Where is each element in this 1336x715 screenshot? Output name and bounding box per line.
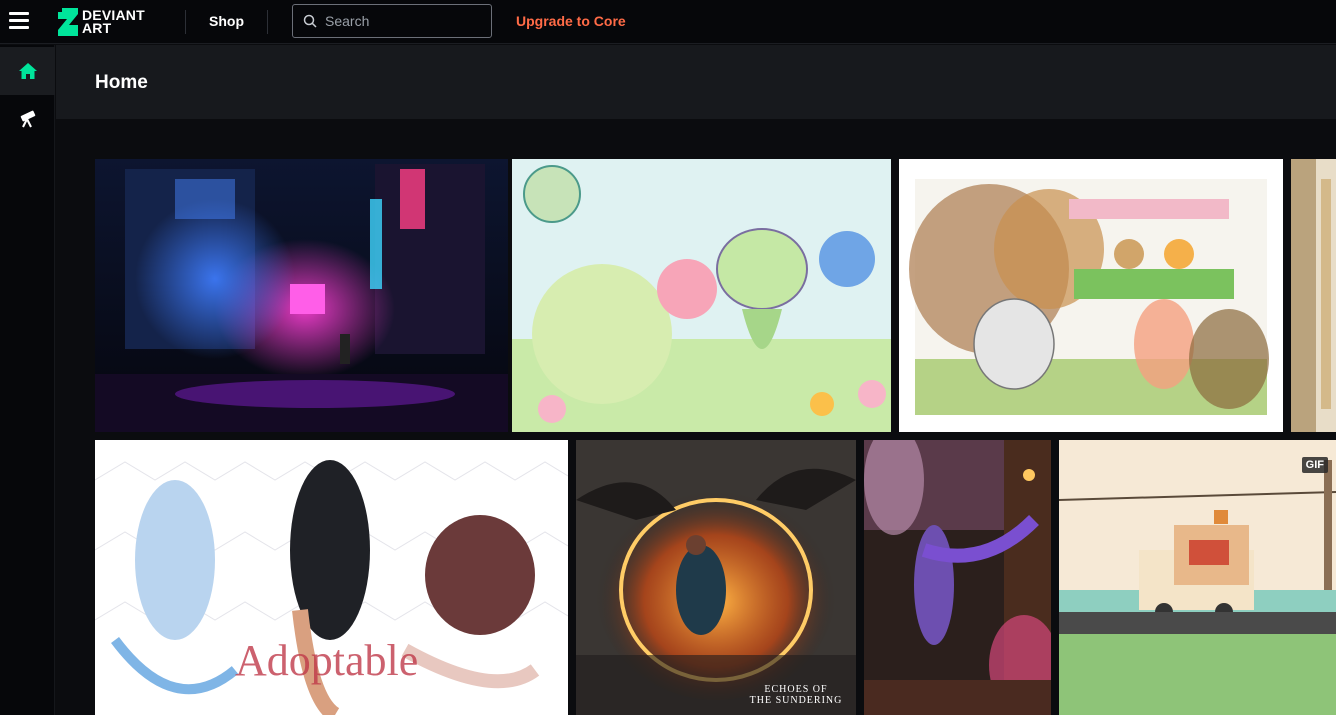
gallery-tile[interactable]	[1291, 159, 1336, 432]
cat-market-artwork	[899, 159, 1283, 432]
gallery-tile[interactable]	[864, 440, 1051, 715]
top-bar: DEVIANT ART Shop Upgrade to Core	[0, 0, 1336, 44]
shop-link[interactable]: Shop	[209, 13, 244, 29]
echoes-sundering-artwork	[576, 440, 856, 715]
bisquii-flower-artwork	[512, 159, 891, 432]
home-icon	[18, 63, 37, 79]
nav-discover[interactable]	[0, 95, 55, 143]
gif-badge: GIF	[1301, 457, 1328, 473]
page-header	[56, 45, 1336, 119]
pixel-van-artwork	[1059, 440, 1336, 715]
gallery-tile[interactable]: Adoptable	[95, 440, 568, 715]
gallery-tile[interactable]	[899, 159, 1283, 432]
adoptables-artwork: Adoptable	[95, 440, 568, 715]
gallery-tile[interactable]: GIF	[1059, 440, 1336, 715]
artwork-caption: ECHOES OF THE SUNDERING	[749, 684, 843, 706]
svg-text:Adoptable: Adoptable	[235, 636, 418, 685]
gallery-tile[interactable]	[95, 159, 508, 432]
page-title: Home	[95, 72, 148, 93]
menu-icon[interactable]	[8, 10, 30, 32]
search-icon	[303, 14, 317, 28]
search-box[interactable]	[292, 4, 492, 38]
deviantart-logo[interactable]: DEVIANT ART	[58, 6, 145, 38]
divider	[185, 10, 186, 34]
divider	[267, 10, 268, 34]
side-nav	[0, 45, 55, 715]
logo-text: DEVIANT ART	[82, 7, 145, 36]
cosplay-artwork	[864, 440, 1051, 715]
telescope-icon	[20, 110, 35, 128]
deviantart-mark-icon	[58, 8, 78, 36]
upgrade-to-core-link[interactable]: Upgrade to Core	[516, 13, 626, 29]
neon-alley-artwork	[95, 159, 508, 432]
gallery-tile[interactable]	[512, 159, 891, 432]
gallery-tile[interactable]: ECHOES OF THE SUNDERING	[576, 440, 856, 715]
nav-home[interactable]	[0, 47, 55, 95]
partial-artwork	[1291, 159, 1336, 432]
search-input[interactable]	[325, 13, 475, 29]
